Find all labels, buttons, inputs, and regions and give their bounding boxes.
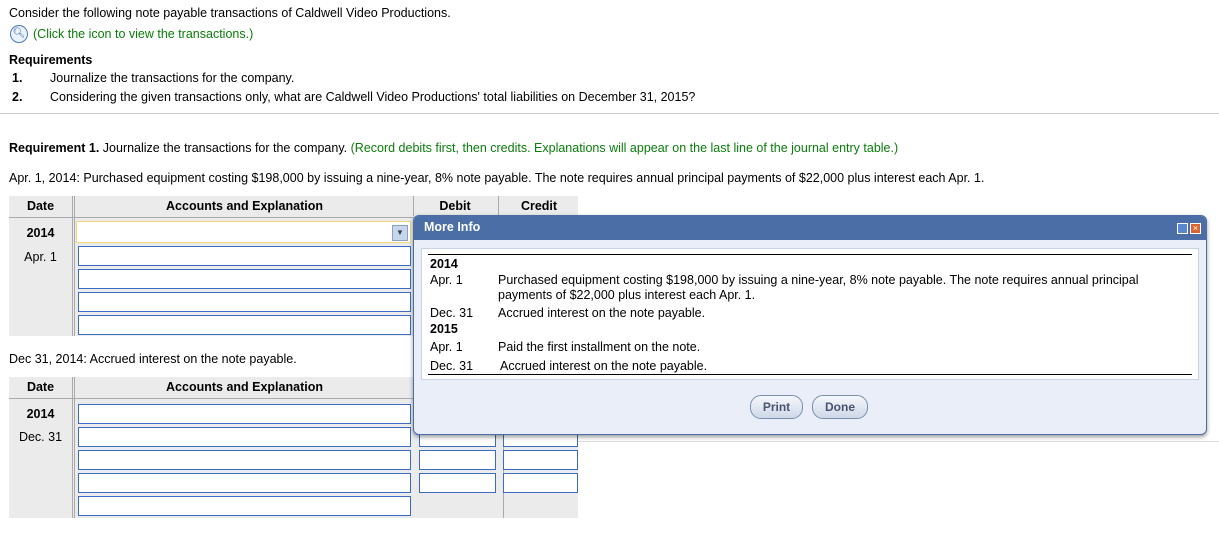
account-input[interactable] — [78, 269, 411, 289]
header-date: Date — [26, 199, 55, 213]
done-button[interactable]: Done — [812, 395, 868, 419]
magnifier-icon[interactable]: 🔍︎ — [10, 25, 28, 43]
requirements-title: Requirements — [9, 53, 93, 67]
debit-input[interactable] — [419, 450, 496, 470]
year-2014: 2014 — [430, 257, 458, 271]
close-icon[interactable]: × — [1190, 223, 1201, 234]
txn-date: Apr. 1 — [430, 340, 463, 354]
account-input[interactable] — [78, 496, 411, 516]
account-input[interactable] — [78, 404, 411, 424]
header-accounts: Accounts and Explanation — [166, 199, 323, 213]
txn-desc: Paid the first installment on the note. — [498, 340, 701, 354]
req-num-1: 1. — [12, 71, 23, 85]
chevron-down-icon[interactable]: ▼ — [392, 225, 408, 241]
entry2-date: Dec. 31 — [18, 430, 63, 444]
requirement-1-heading: Requirement 1. Journalize the transactio… — [9, 141, 899, 155]
entry1-prompt: Apr. 1, 2014: Purchased equipment costin… — [9, 171, 985, 185]
txn-date: Apr. 1 — [430, 273, 463, 287]
credit-input[interactable] — [503, 450, 578, 470]
header-accounts: Accounts and Explanation — [166, 380, 323, 394]
year-2015: 2015 — [430, 322, 458, 336]
divider — [0, 113, 1219, 114]
credit-input[interactable] — [503, 473, 578, 493]
dialog-title: More Info — [414, 216, 1206, 240]
entry2-year: 2014 — [26, 407, 55, 421]
txn-desc: Accrued interest on the note payable. — [500, 359, 708, 373]
header-credit: Credit — [520, 199, 558, 213]
entry1-year: 2014 — [26, 226, 55, 240]
account-input[interactable] — [78, 427, 411, 447]
entry2-prompt: Dec 31, 2014: Accrued interest on the no… — [9, 352, 297, 366]
intro-text: Consider the following note payable tran… — [9, 6, 451, 20]
account-input[interactable] — [78, 315, 411, 335]
account-input[interactable] — [78, 473, 411, 493]
txn-desc: Purchased equipment costing $198,000 by … — [498, 273, 1139, 302]
view-transactions-link[interactable]: (Click the icon to view the transactions… — [33, 27, 253, 41]
header-date: Date — [26, 380, 55, 394]
txn-desc: Accrued interest on the note payable. — [498, 306, 706, 320]
transactions-box: 2014 Apr. 1 Purchased equipment costing … — [421, 248, 1199, 380]
account-dropdown[interactable]: ▼ — [76, 221, 411, 243]
minimize-icon[interactable] — [1177, 223, 1188, 234]
account-input[interactable] — [78, 450, 411, 470]
txn-date: Dec. 31 — [430, 359, 474, 373]
account-input[interactable] — [78, 246, 411, 266]
more-info-dialog: More Info × 2014 Apr. 1 Purchased equipm… — [413, 215, 1207, 435]
req-text-1: Journalize the transactions for the comp… — [50, 71, 295, 85]
entry1-date: Apr. 1 — [24, 250, 57, 264]
req-num-2: 2. — [12, 90, 23, 104]
header-debit: Debit — [439, 199, 471, 213]
txn-date: Dec. 31 — [430, 306, 474, 320]
req-text-2: Considering the given transactions only,… — [50, 90, 696, 104]
print-button[interactable]: Print — [750, 395, 803, 419]
account-input[interactable] — [78, 292, 411, 312]
debit-input[interactable] — [419, 473, 496, 493]
